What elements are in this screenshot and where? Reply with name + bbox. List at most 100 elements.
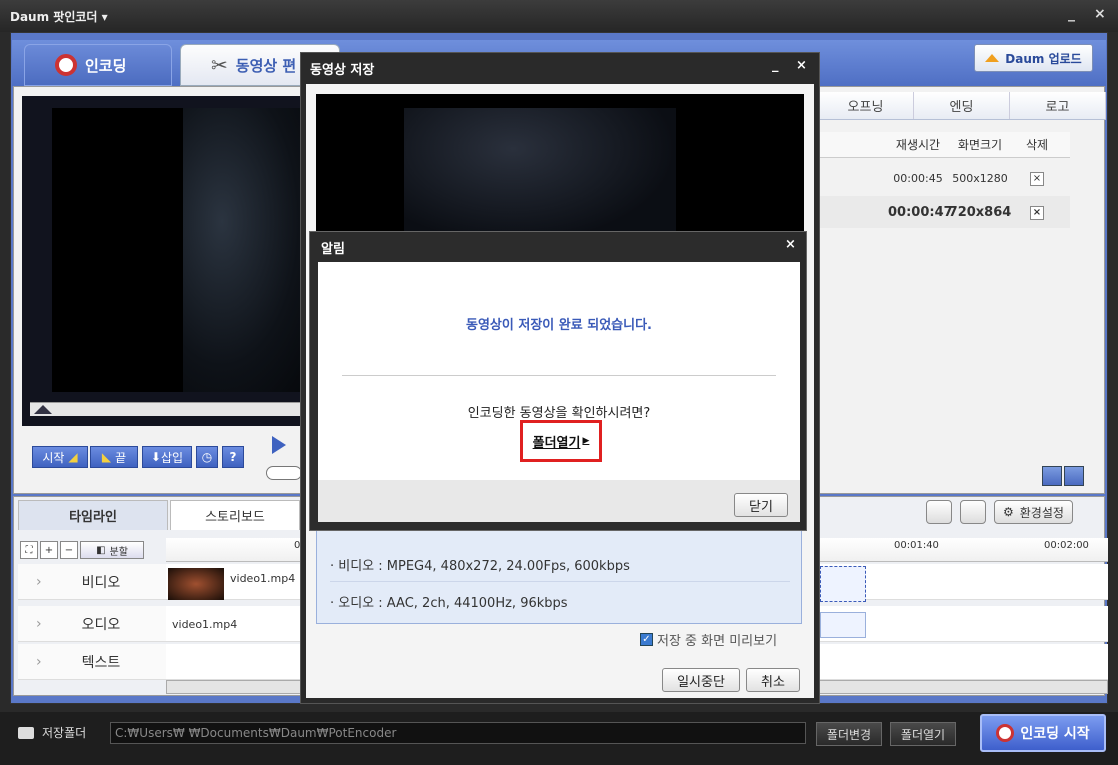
tab-encode-label: 인코딩 bbox=[85, 56, 127, 75]
close-button[interactable]: × bbox=[1094, 6, 1106, 22]
alert-footer bbox=[318, 480, 800, 522]
tab-logo[interactable]: 로고 bbox=[1010, 92, 1106, 119]
video-thumbnail bbox=[168, 568, 224, 600]
volume-slider[interactable] bbox=[266, 466, 302, 480]
checkbox-checked-icon: ✓ bbox=[640, 633, 653, 646]
alert-question: 인코딩한 동영상을 확인하시려면? bbox=[467, 406, 651, 421]
tab-storyboard[interactable]: 스토리보드 bbox=[170, 500, 300, 530]
video-clip-name[interactable]: video1.mp4 bbox=[230, 572, 295, 585]
split-button[interactable]: ◧ 분할 bbox=[80, 541, 144, 559]
right-panel-tabs: 오프닝 엔딩 로고 bbox=[818, 92, 1106, 120]
alert-message: 동영상이 저장이 완료 되었습니다. bbox=[466, 318, 652, 333]
list-view-icon[interactable] bbox=[1064, 466, 1084, 486]
pause-button[interactable]: 일시중단 bbox=[662, 668, 740, 692]
track-text-label: 텍스트 bbox=[81, 654, 121, 671]
tab-ending[interactable]: 엔딩 bbox=[914, 92, 1010, 119]
audio-clip-block[interactable] bbox=[820, 612, 866, 638]
close-button[interactable]: × bbox=[785, 237, 796, 252]
grid-view-icon[interactable] bbox=[1042, 466, 1062, 486]
upload-arrow-icon bbox=[985, 54, 1000, 62]
alert-title: 알림 bbox=[321, 242, 345, 257]
timeline-tabs: 타임라인 스토리보드 bbox=[18, 500, 308, 530]
split-label: 분할 bbox=[109, 546, 128, 558]
track-video-label: 비디오 bbox=[81, 574, 121, 591]
window-title[interactable]: Daum 팟인코더 ▾ bbox=[10, 8, 108, 25]
item-resolution: 720x864 bbox=[948, 204, 1012, 220]
item-duration: 00:00:45 bbox=[893, 171, 943, 185]
audio-clip-name[interactable]: video1.mp4 bbox=[172, 618, 237, 631]
minimize-button[interactable]: _ bbox=[1068, 6, 1075, 22]
seek-handle[interactable] bbox=[34, 405, 52, 414]
scissors-icon: ✂ bbox=[211, 53, 228, 77]
item-duration: 00:00:47 bbox=[888, 204, 953, 220]
item-resolution: 500x1280 bbox=[952, 171, 1008, 185]
insert-button[interactable]: ⬇ 삽입 bbox=[142, 446, 192, 468]
gear-icon: ⚙ bbox=[1003, 505, 1014, 519]
seek-bar[interactable] bbox=[30, 402, 312, 416]
col-duration[interactable]: 재생시간 bbox=[888, 132, 948, 157]
change-folder-button[interactable]: 폴더변경 bbox=[816, 722, 882, 746]
save-preview-frame bbox=[404, 108, 676, 244]
alert-titlebar[interactable]: 알림 × bbox=[309, 231, 807, 261]
folder-icon[interactable] bbox=[926, 500, 952, 524]
tab-opening[interactable]: 오프닝 bbox=[818, 92, 914, 119]
close-button[interactable]: × bbox=[796, 58, 807, 73]
chevron-right-icon: › bbox=[36, 615, 42, 632]
list-item[interactable]: 00:00:45 500x1280 × bbox=[818, 162, 1070, 194]
track-video[interactable]: › 비디오 bbox=[18, 564, 166, 600]
delete-icon[interactable]: × bbox=[1030, 206, 1044, 220]
zoom-out-icon[interactable]: − bbox=[60, 541, 78, 559]
clip-selection[interactable] bbox=[820, 566, 866, 602]
preview-while-saving-checkbox[interactable]: ✓ 저장 중 화면 미리보기 bbox=[640, 630, 777, 649]
cancel-button[interactable]: 취소 bbox=[746, 668, 800, 692]
mark-start-button[interactable]: 시작 ◢ bbox=[32, 446, 88, 468]
list-item[interactable]: 00:00:47 720x864 × bbox=[818, 196, 1070, 228]
save-icon[interactable] bbox=[960, 500, 986, 524]
track-audio-label: 오디오 bbox=[81, 616, 121, 633]
video-frame bbox=[183, 108, 313, 392]
start-marker-icon: ◢ bbox=[68, 450, 78, 464]
audio-info: · 오디오 : AAC, 2ch, 44100Hz, 96kbps bbox=[330, 595, 568, 611]
track-text[interactable]: › 텍스트 bbox=[18, 644, 166, 680]
open-folder-link[interactable]: 폴더열기 ▶ bbox=[520, 420, 602, 462]
save-folder-label: 저장폴더 bbox=[18, 724, 86, 741]
upload-label: Daum 업로드 bbox=[1005, 51, 1082, 66]
insert-arrow-icon: ⬇ bbox=[150, 450, 161, 464]
chevron-right-icon: › bbox=[36, 653, 42, 670]
close-alert-button[interactable]: 닫기 bbox=[734, 493, 788, 517]
play-icon[interactable] bbox=[272, 436, 286, 454]
video-info: · 비디오 : MPEG4, 480x272, 24.00Fps, 600kbp… bbox=[330, 548, 790, 582]
right-toolbar: ⚙ 환경설정 bbox=[926, 499, 1106, 525]
col-resolution[interactable]: 화면크기 bbox=[948, 132, 1012, 157]
clock-icon[interactable]: ◷ bbox=[196, 446, 218, 468]
caret-right-icon: ▶ bbox=[582, 436, 590, 446]
fit-icon[interactable]: ⛶ bbox=[20, 541, 38, 559]
tab-encode[interactable]: 인코딩 bbox=[24, 44, 172, 86]
open-folder-button[interactable]: 폴더열기 bbox=[890, 722, 956, 746]
minimize-button[interactable]: _ bbox=[772, 58, 779, 73]
start-encoding-button[interactable]: 인코딩 시작 bbox=[980, 714, 1106, 752]
end-label: 끝 bbox=[115, 450, 127, 465]
track-audio[interactable]: › 오디오 bbox=[18, 606, 166, 642]
daum-upload-button[interactable]: Daum 업로드 bbox=[974, 44, 1093, 72]
film-reel-icon bbox=[55, 54, 77, 76]
chevron-right-icon: › bbox=[36, 573, 42, 590]
delete-icon[interactable]: × bbox=[1030, 171, 1044, 186]
view-toggle bbox=[1042, 466, 1092, 486]
start-encoding-label: 인코딩 시작 bbox=[1020, 726, 1090, 742]
tab-timeline[interactable]: 타임라인 bbox=[18, 500, 168, 530]
zoom-in-icon[interactable]: + bbox=[40, 541, 58, 559]
film-reel-icon bbox=[996, 724, 1015, 742]
help-button[interactable]: ? bbox=[222, 446, 244, 468]
split-icon: ◧ bbox=[96, 544, 106, 556]
insert-label: 삽입 bbox=[160, 450, 184, 465]
save-dialog-title: 동영상 저장 bbox=[310, 63, 375, 78]
start-label: 시작 bbox=[42, 450, 65, 465]
ruler-mark-2: 00:02:00 bbox=[1044, 540, 1089, 551]
settings-button[interactable]: ⚙ 환경설정 bbox=[994, 500, 1073, 524]
settings-label: 환경설정 bbox=[1019, 505, 1064, 520]
save-path-field[interactable]: C:₩Users₩ ₩Documents₩Daum₩PotEncoder bbox=[110, 722, 806, 744]
mark-end-button[interactable]: ◣ 끝 bbox=[90, 446, 138, 468]
col-delete[interactable]: 삭제 bbox=[1012, 132, 1062, 157]
save-dialog-titlebar[interactable]: 동영상 저장 _ × bbox=[300, 52, 820, 82]
